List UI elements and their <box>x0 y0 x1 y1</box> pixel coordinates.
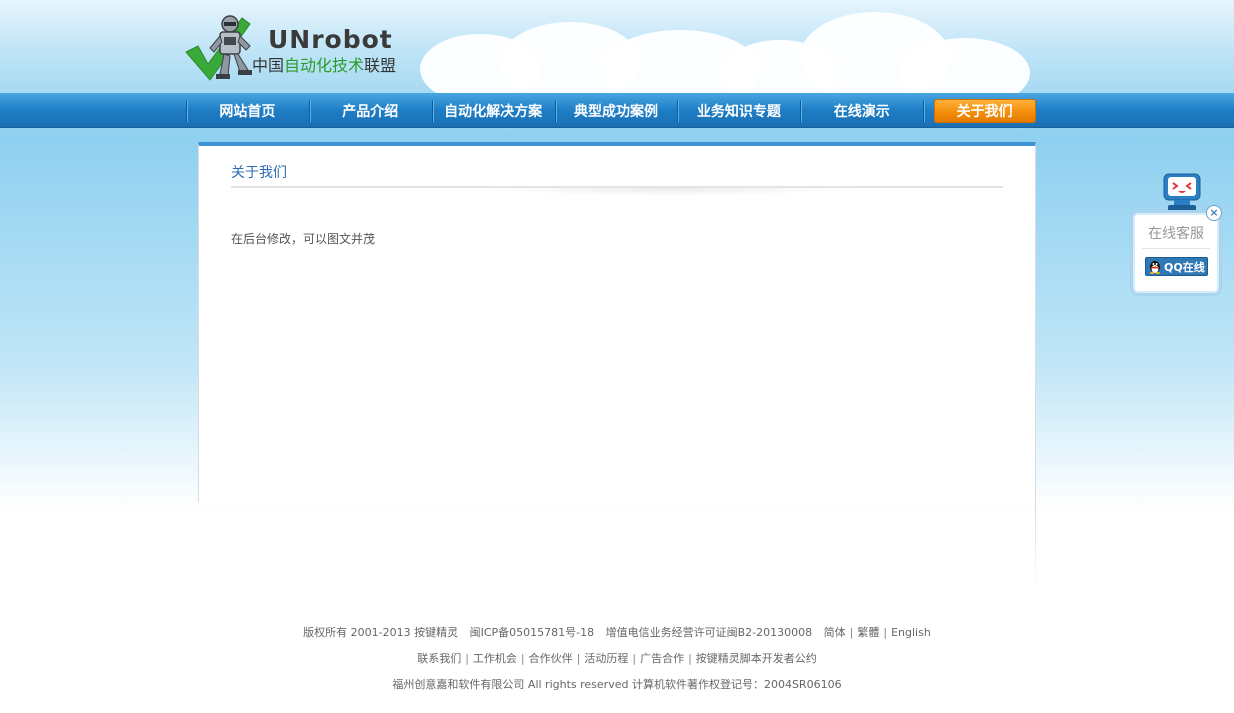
footer-link-ads[interactable]: 广告合作 <box>640 652 684 665</box>
logo-subtitle-prefix: 中国 <box>252 56 285 75</box>
footer-icp: 闽ICP备05015781号-18 <box>469 626 595 639</box>
nav-item-solutions[interactable]: 自动化解决方案 <box>431 93 555 128</box>
nav-item-demo[interactable]: 在线演示 <box>800 93 923 128</box>
online-service-title: 在线客服 <box>1148 226 1204 242</box>
nav-item-knowledge[interactable]: 业务知识专题 <box>677 93 800 128</box>
title-divider-shadow <box>479 188 859 196</box>
qq-online-label: QQ在线 <box>1164 260 1205 274</box>
nav-item-products[interactable]: 产品介绍 <box>308 93 432 128</box>
footer-links: 联系我们 | 工作机会 | 合作伙伴 | 活动历程 | 广告合作 | 按键精灵脚本开发者公约 <box>417 652 817 665</box>
nav-item-cases[interactable]: 典型成功案例 <box>554 93 678 128</box>
nav-item-label-active: 关于我们 <box>933 98 1036 123</box>
footer-link-developer-pact[interactable]: 按键精灵脚本开发者公约 <box>696 652 817 665</box>
footer-company-line: 福州创意嘉和软件有限公司 All rights reserved 计算机软件著作… <box>392 678 842 691</box>
content-panel: 关于我们 在后台修改，可以图文并茂 <box>198 142 1036 502</box>
panel-border-fade <box>1035 502 1036 592</box>
main-navigation-bar: 网站首页 产品介绍 自动化解决方案 典型成功案例 业务知识专题 在线演示 关于我… <box>0 93 1234 128</box>
site-logo[interactable]: UNrobot 中国自动化技术联盟 <box>184 12 414 84</box>
site-header: UNrobot 中国自动化技术联盟 <box>0 0 1234 93</box>
footer-link-history[interactable]: 活动历程 <box>584 652 628 665</box>
footer-copyright: 版权所有 2001-2013 按键精灵 <box>303 626 459 639</box>
lang-traditional-link[interactable]: 繁體 <box>857 626 879 639</box>
nav-item-about[interactable]: 关于我们 <box>923 93 1046 128</box>
nav-item-label: 在线演示 <box>833 103 890 120</box>
nav-item-label: 典型成功案例 <box>574 103 658 120</box>
logo-subtitle: 中国自动化技术联盟 <box>252 52 396 76</box>
close-icon[interactable]: × <box>1206 205 1222 221</box>
lang-simplified-link[interactable]: 简体 <box>824 626 846 639</box>
footer-link-jobs[interactable]: 工作机会 <box>473 652 517 665</box>
nav-item-label: 自动化解决方案 <box>444 103 543 120</box>
online-service-divider <box>1142 248 1210 249</box>
qq-online-button[interactable]: QQ在线 <box>1145 257 1208 276</box>
logo-subtitle-suffix: 联盟 <box>364 56 397 75</box>
footer-link-contact[interactable]: 联系我们 <box>417 652 461 665</box>
logo-title: UNrobot <box>268 25 393 54</box>
logo-subtitle-highlight: 自动化技术 <box>284 56 365 75</box>
nav-item-label: 网站首页 <box>219 103 276 120</box>
qq-penguin-icon <box>1150 261 1160 274</box>
footer-link-partners[interactable]: 合作伙伴 <box>529 652 573 665</box>
main-nav: 网站首页 产品介绍 自动化解决方案 典型成功案例 业务知识专题 在线演示 关于我… <box>186 93 1046 128</box>
page-title: 关于我们 <box>231 165 287 181</box>
footer-license: 增值电信业务经营许可证闽B2-20130008 <box>605 626 813 639</box>
nav-item-label: 产品介绍 <box>342 103 399 120</box>
footer-copyright-line: 版权所有 2001-2013 按键精灵 闽ICP备05015781号-18 增值… <box>303 626 931 639</box>
lang-english-link[interactable]: English <box>891 626 931 639</box>
online-service-widget: × 在线客服 QQ在线 <box>1130 172 1222 296</box>
nav-item-home[interactable]: 网站首页 <box>186 93 309 128</box>
robot-mascot-icon <box>1163 173 1201 211</box>
nav-item-label: 业务知识专题 <box>696 103 781 120</box>
page-body-text: 在后台修改，可以图文并茂 <box>231 232 376 246</box>
